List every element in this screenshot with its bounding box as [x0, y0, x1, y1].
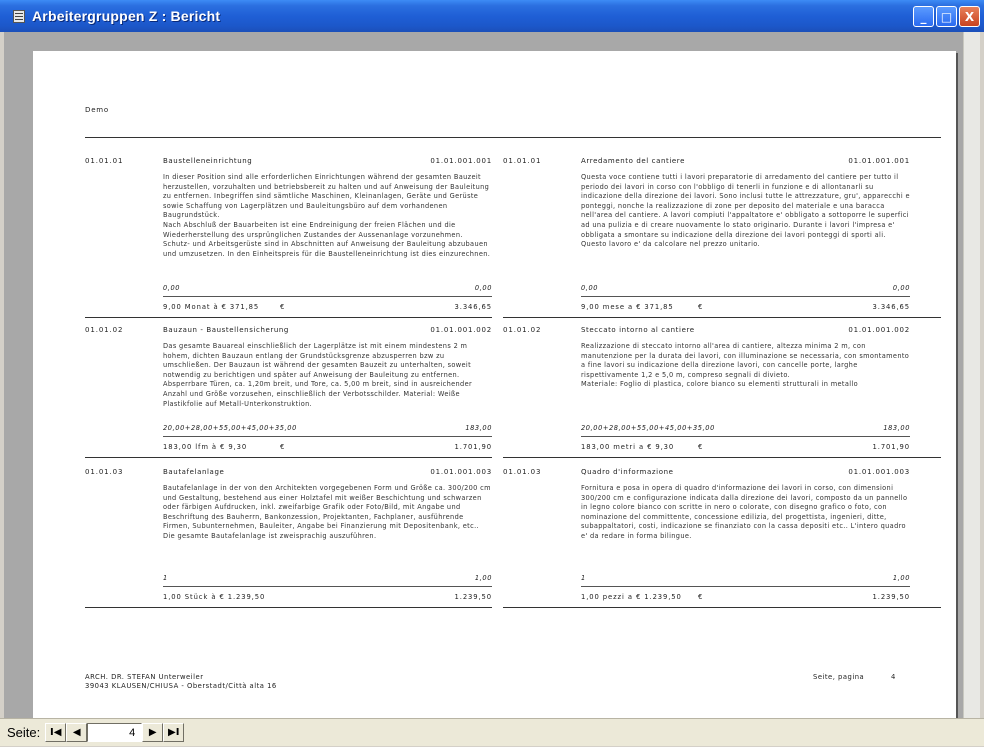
- entry-title: Bautafelanlage: [163, 468, 225, 476]
- report-icon: [13, 9, 25, 23]
- entry-ref: 01.01.001.001: [848, 157, 910, 165]
- page-number-input[interactable]: 4: [87, 723, 143, 742]
- euro-sign: €: [698, 593, 703, 601]
- entry-ref: 01.01.001.002: [848, 326, 910, 334]
- page-number: 4: [891, 673, 896, 681]
- entry-summary: 9,00 mese a € 371,85: [581, 303, 674, 311]
- sum-divider: [163, 296, 492, 297]
- entry-code: 01.01.02: [85, 326, 124, 334]
- entry-calc-value: 1,00: [474, 574, 492, 582]
- entry-title: Quadro d'informazione: [581, 468, 674, 476]
- entry-code: 01.01.03: [85, 468, 124, 476]
- entry-description: Das gesamte Bauareal einschließlich der …: [163, 342, 473, 408]
- entry-description: Questa voce contiene tutti i lavori prep…: [581, 173, 910, 249]
- entry-ref: 01.01.001.002: [430, 326, 492, 334]
- entry-code: 01.01.01: [503, 157, 542, 165]
- next-page-button[interactable]: ▶: [142, 723, 164, 742]
- row-divider: [85, 317, 492, 318]
- entry-calc: 0,00: [163, 284, 181, 292]
- horizontal-scroll-area[interactable]: [184, 719, 984, 747]
- sum-divider: [581, 296, 910, 297]
- report-row: 01.01.02 Bauzaun - Baustellensicherung 0…: [85, 326, 941, 466]
- previous-page-button[interactable]: ◀: [66, 723, 88, 742]
- window-title: Arbeitergruppen Z : Bericht: [32, 8, 221, 24]
- entry-total: 1.239,50: [872, 593, 910, 601]
- window-title-bar[interactable]: Arbeitergruppen Z : Bericht _ □ X: [0, 0, 984, 32]
- report-viewport[interactable]: Demo 01.01.01 Baustelleneinrichtung 01.0…: [4, 32, 980, 718]
- entry-italian: 01.01.02 Steccato intorno al cantiere 01…: [503, 326, 910, 466]
- entry-code: 01.01.01: [85, 157, 124, 165]
- entry-title: Arredamento del cantiere: [581, 157, 686, 165]
- entry-italian: 01.01.01 Arredamento del cantiere 01.01.…: [503, 157, 910, 325]
- report-row: 01.01.01 Baustelleneinrichtung 01.01.001…: [85, 157, 941, 325]
- entry-calc-value: 0,00: [474, 284, 492, 292]
- entry-summary: 183,00 lfm à € 9,30: [163, 443, 248, 451]
- entry-german: 01.01.03 Bautafelanlage 01.01.001.003 Ba…: [85, 468, 492, 608]
- euro-sign: €: [698, 303, 703, 311]
- entry-code: 01.01.03: [503, 468, 542, 476]
- entry-calc-value: 0,00: [892, 284, 910, 292]
- euro-sign: €: [280, 303, 285, 311]
- entry-ref: 01.01.001.001: [430, 157, 492, 165]
- sum-divider: [581, 586, 910, 587]
- row-divider: [503, 607, 941, 608]
- entry-summary: 183,00 metri a € 9,30: [581, 443, 675, 451]
- report-row: 01.01.03 Bautafelanlage 01.01.001.003 Ba…: [85, 468, 941, 608]
- close-button[interactable]: X: [959, 6, 980, 27]
- vertical-scrollbar[interactable]: [963, 32, 980, 718]
- entry-summary: 1,00 Stück à € 1.239,50: [163, 593, 266, 601]
- report-page: Demo 01.01.01 Baustelleneinrichtung 01.0…: [33, 51, 956, 718]
- footer-line-2: 39043 KLAUSEN/CHIUSA - Oberstadt/Città a…: [85, 682, 277, 690]
- report-header: Demo: [85, 106, 109, 114]
- entry-calc: 20,00+28,00+55,00+45,00+35,00: [163, 424, 297, 432]
- page-nav-label: Seite:: [7, 725, 41, 740]
- entry-summary: 9,00 Monat à € 371,85: [163, 303, 260, 311]
- footer-line-1: ARCH. DR. STEFAN Unterweiler: [85, 673, 204, 681]
- minimize-button[interactable]: _: [913, 6, 934, 27]
- entry-calc-value: 183,00: [465, 424, 492, 432]
- record-navigation-bar: Seite: I◀ ◀ 4 ▶ ▶I: [0, 718, 984, 746]
- entry-code: 01.01.02: [503, 326, 542, 334]
- report-footer-address: ARCH. DR. STEFAN Unterweiler 39043 KLAUS…: [85, 673, 277, 691]
- entry-german: 01.01.01 Baustelleneinrichtung 01.01.001…: [85, 157, 492, 325]
- page-label: Seite, pagina: [813, 673, 865, 681]
- entry-total: 1.701,90: [454, 443, 492, 451]
- row-divider: [85, 457, 492, 458]
- entry-ref: 01.01.001.003: [430, 468, 492, 476]
- first-page-button[interactable]: I◀: [45, 723, 67, 742]
- entry-total: 1.701,90: [872, 443, 910, 451]
- entry-ref: 01.01.001.003: [848, 468, 910, 476]
- window-controls: _ □ X: [913, 6, 980, 27]
- euro-sign: €: [698, 443, 703, 451]
- entry-description: Bautafelanlage in der von den Architekte…: [163, 484, 491, 540]
- entry-calc-value: 183,00: [883, 424, 910, 432]
- entry-title: Bauzaun - Baustellensicherung: [163, 326, 289, 334]
- entry-german: 01.01.02 Bauzaun - Baustellensicherung 0…: [85, 326, 492, 466]
- entry-total: 1.239,50: [454, 593, 492, 601]
- euro-sign: €: [280, 443, 285, 451]
- maximize-button[interactable]: □: [936, 6, 957, 27]
- row-divider: [503, 457, 941, 458]
- entry-total: 3.346,65: [454, 303, 492, 311]
- entry-title: Steccato intorno al cantiere: [581, 326, 695, 334]
- last-page-button[interactable]: ▶I: [163, 723, 185, 742]
- header-divider: [85, 137, 941, 138]
- entry-calc: 1: [581, 574, 586, 582]
- row-divider: [503, 317, 941, 318]
- entry-summary: 1,00 pezzi a € 1.239,50: [581, 593, 682, 601]
- entry-calc: 1: [163, 574, 168, 582]
- entry-calc: 0,00: [581, 284, 599, 292]
- row-divider: [85, 607, 492, 608]
- entry-italian: 01.01.03 Quadro d'informazione 01.01.001…: [503, 468, 910, 608]
- entry-description: Fornitura e posa in opera di quadro d'in…: [581, 484, 908, 540]
- sum-divider: [163, 436, 492, 437]
- entry-calc-value: 1,00: [892, 574, 910, 582]
- entry-description: In dieser Position sind alle erforderlic…: [163, 173, 491, 258]
- sum-divider: [163, 586, 492, 587]
- entry-description: Realizzazione di steccato intorno all'ar…: [581, 342, 910, 389]
- sum-divider: [581, 436, 910, 437]
- entry-title: Baustelleneinrichtung: [163, 157, 253, 165]
- entry-total: 3.346,65: [872, 303, 910, 311]
- entry-calc: 20,00+28,00+55,00+45,00+35,00: [581, 424, 715, 432]
